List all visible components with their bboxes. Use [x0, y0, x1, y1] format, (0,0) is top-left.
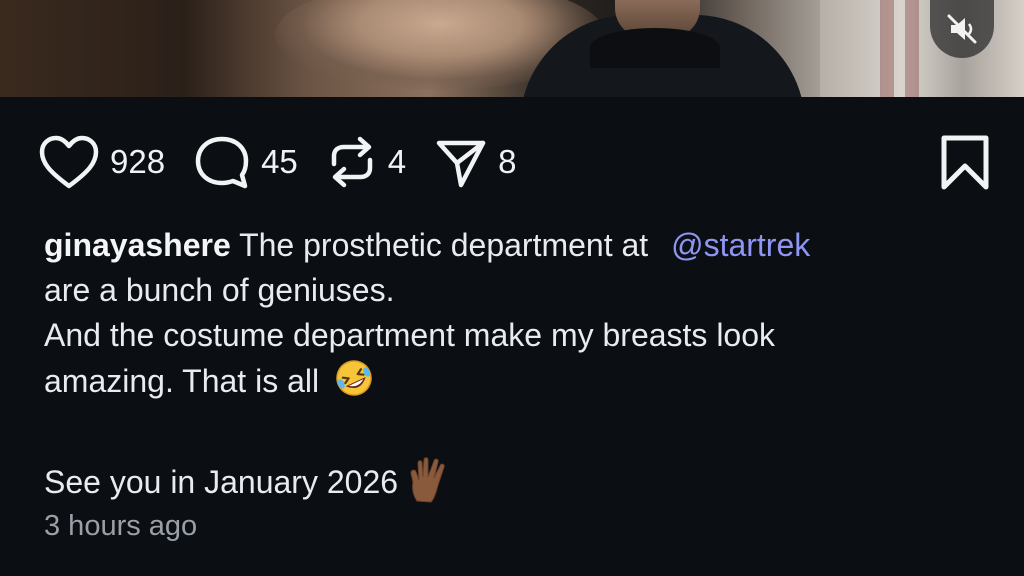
caption-line: amazing. That is all	[44, 358, 984, 410]
caption-text: amazing. That is all	[44, 363, 320, 399]
post-actions: 928 45 4 8	[38, 132, 545, 192]
bookmark-icon	[941, 135, 989, 190]
rolling-on-floor-laughing-emoji	[334, 358, 374, 410]
share-count: 8	[498, 143, 517, 180]
repost-count: 4	[387, 143, 407, 180]
bookmark-button[interactable]	[937, 134, 993, 197]
heart-icon	[39, 135, 99, 189]
comment-count: 45	[261, 143, 298, 180]
repost-icon	[331, 136, 373, 188]
send-icon	[436, 140, 486, 188]
comment-bubble-icon	[195, 136, 249, 189]
caption-line: ginayashere The prosthetic department at…	[44, 223, 984, 268]
repost-button[interactable]: 4	[326, 134, 406, 190]
caption-line: See you in January 2026	[44, 455, 984, 515]
mention-link[interactable]: @startrek	[671, 227, 810, 263]
person-collar	[590, 28, 720, 68]
like-count: 928	[110, 143, 166, 180]
post-video[interactable]	[0, 0, 1024, 97]
vulcan-salute-emoji	[407, 455, 451, 515]
wall-stripe	[880, 0, 894, 97]
post-caption: ginayashere The prosthetic department at…	[44, 223, 984, 515]
wall-stripe	[905, 0, 919, 97]
caption-text: See you in January 2026	[44, 464, 399, 500]
share-button[interactable]: 8	[434, 135, 517, 189]
speaker-muted-icon	[947, 14, 977, 44]
post-username[interactable]: ginayashere	[44, 227, 231, 263]
caption-line: are a bunch of geniuses.	[44, 272, 395, 308]
post-timestamp: 3 hours ago	[44, 510, 198, 542]
comment-button[interactable]: 45	[193, 134, 298, 190]
caption-text: The prosthetic department at	[239, 227, 649, 263]
caption-line: And the costume department make my breas…	[44, 317, 776, 353]
like-button[interactable]: 928	[38, 134, 165, 190]
